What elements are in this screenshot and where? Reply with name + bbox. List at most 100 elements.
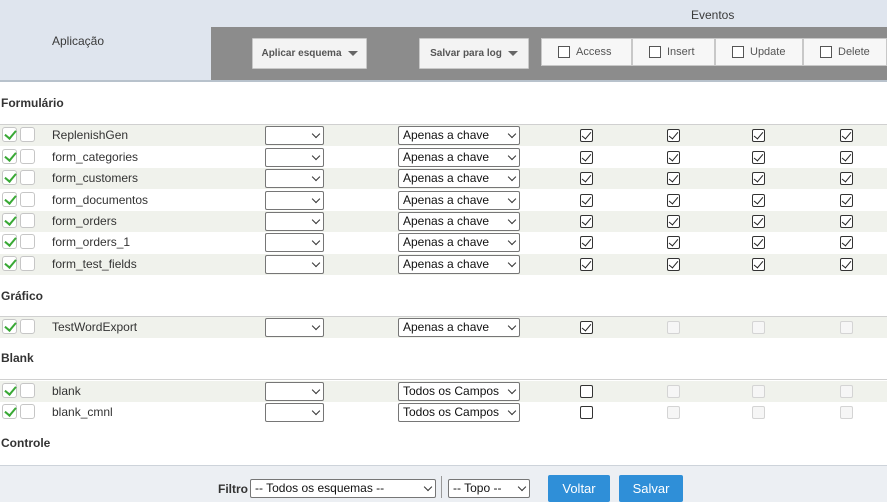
enabled-check-icon[interactable] [2,383,17,398]
update-toggle-all[interactable]: Update [715,38,803,66]
delete-checkbox[interactable] [840,151,853,164]
scheme-select[interactable] [265,255,324,274]
log-mode-value: Apenas a chave [403,128,490,142]
scheme-select[interactable] [265,212,324,231]
update-checkbox[interactable] [752,129,765,142]
access-checkbox[interactable] [580,236,593,249]
log-mode-select[interactable]: Apenas a chave [398,126,520,145]
position-filter-value: -- Topo -- [453,481,502,495]
scheme-select[interactable] [265,233,324,252]
scheme-select[interactable] [265,318,324,337]
access-checkbox[interactable] [580,321,593,334]
log-mode-select[interactable]: Apenas a chave [398,233,520,252]
delete-checkbox[interactable] [840,194,853,207]
apply-scheme-label: Aplicar esquema [261,48,342,59]
update-checkbox[interactable] [752,194,765,207]
insert-checkbox[interactable] [667,194,680,207]
log-mode-select[interactable]: Todos os Campos [398,382,520,401]
insert-checkbox[interactable] [667,172,680,185]
delete-checkbox[interactable] [840,215,853,228]
scheme-filter-select[interactable]: -- Todos os esquemas -- [250,479,436,498]
update-checkbox[interactable] [752,258,765,271]
delete-toggle-all[interactable]: Delete [803,38,887,66]
row-select-checkbox[interactable] [20,149,35,164]
chevron-down-icon [507,321,517,331]
log-mode-select[interactable]: Todos os Campos [398,403,520,422]
table-row: form_orders_1 Apenas a chave [0,232,887,253]
update-label: Update [750,46,786,58]
row-select-checkbox[interactable] [20,170,35,185]
enabled-check-icon[interactable] [2,256,17,271]
access-checkbox[interactable] [580,258,593,271]
access-checkbox[interactable] [580,194,593,207]
row-select-checkbox[interactable] [20,127,35,142]
log-mode-select[interactable]: Apenas a chave [398,255,520,274]
row-select-checkbox[interactable] [20,319,35,334]
access-checkbox[interactable] [580,129,593,142]
enabled-check-icon[interactable] [2,149,17,164]
save-log-button[interactable]: Salvar para log [419,38,529,69]
access-checkbox[interactable] [580,385,593,398]
insert-checkbox [667,406,680,419]
insert-checkbox[interactable] [667,151,680,164]
update-checkbox[interactable] [752,236,765,249]
row-select-checkbox[interactable] [20,192,35,207]
apply-scheme-button[interactable]: Aplicar esquema [252,38,367,69]
enabled-check-icon[interactable] [2,234,17,249]
update-checkbox[interactable] [752,151,765,164]
row-select-checkbox[interactable] [20,383,35,398]
checkbox-icon [732,46,744,58]
insert-checkbox [667,385,680,398]
row-select-checkbox[interactable] [20,213,35,228]
insert-checkbox[interactable] [667,215,680,228]
access-toggle-all[interactable]: Access [541,38,632,66]
enabled-check-icon[interactable] [2,170,17,185]
application-name: form_categories [52,150,139,164]
enabled-check-icon[interactable] [2,404,17,419]
enabled-check-icon[interactable] [2,127,17,142]
access-checkbox[interactable] [580,172,593,185]
access-checkbox[interactable] [580,151,593,164]
scheme-select[interactable] [265,169,324,188]
delete-checkbox [840,406,853,419]
back-button[interactable]: Voltar [548,475,610,502]
insert-checkbox[interactable] [667,129,680,142]
scheme-select[interactable] [265,191,324,210]
log-mode-select[interactable]: Apenas a chave [398,212,520,231]
scheme-select[interactable] [265,403,324,422]
delete-checkbox[interactable] [840,172,853,185]
chevron-down-icon [311,385,321,395]
insert-checkbox[interactable] [667,236,680,249]
insert-checkbox[interactable] [667,258,680,271]
log-mode-select[interactable]: Apenas a chave [398,318,520,337]
update-checkbox[interactable] [752,215,765,228]
row-select-checkbox[interactable] [20,256,35,271]
access-checkbox[interactable] [580,406,593,419]
row-select-checkbox[interactable] [20,404,35,419]
position-filter-select[interactable]: -- Topo -- [448,479,530,498]
delete-checkbox[interactable] [840,258,853,271]
log-mode-select[interactable]: Apenas a chave [398,148,520,167]
chevron-down-icon [507,151,517,161]
log-mode-select[interactable]: Apenas a chave [398,169,520,188]
enabled-check-icon[interactable] [2,192,17,207]
application-name: form_customers [52,171,139,185]
access-checkbox[interactable] [580,215,593,228]
save-button[interactable]: Salvar [619,475,683,502]
log-mode-select[interactable]: Apenas a chave [398,191,520,210]
enabled-check-icon[interactable] [2,213,17,228]
update-checkbox[interactable] [752,172,765,185]
delete-checkbox[interactable] [840,129,853,142]
row-select-checkbox[interactable] [20,234,35,249]
delete-checkbox[interactable] [840,236,853,249]
scheme-select[interactable] [265,382,324,401]
scheme-select[interactable] [265,148,324,167]
application-name: ReplenishGen [52,128,129,142]
enabled-check-icon[interactable] [2,319,17,334]
application-header-label: Aplicação [52,34,105,48]
scheme-select[interactable] [265,126,324,145]
insert-toggle-all[interactable]: Insert [632,38,715,66]
log-mode-value: Apenas a chave [403,257,490,271]
table-row: form_customers Apenas a chave [0,168,887,189]
update-checkbox [752,321,765,334]
